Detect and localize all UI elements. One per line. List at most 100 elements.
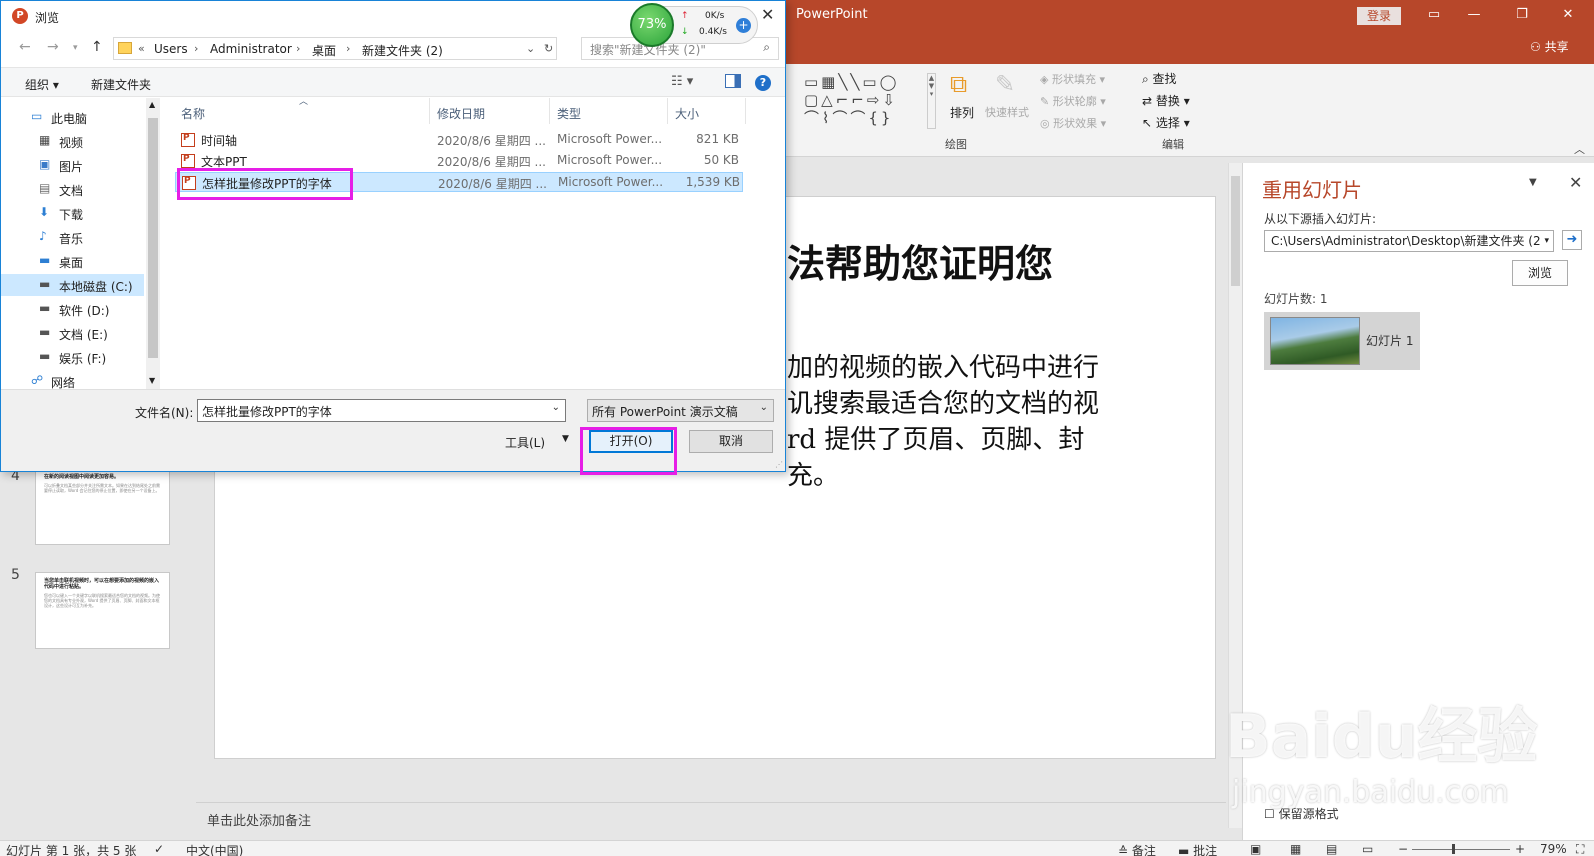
file-row[interactable]: 时间轴 2020/8/6 星期四 ... Microsoft Power... 821… xyxy=(175,130,743,150)
reuse-slide-thumbnail[interactable] xyxy=(1270,317,1360,365)
nav-tree-item[interactable]: ♪ 音乐 xyxy=(1,226,144,248)
notes-placeholder[interactable]: 单击此处添加备注 xyxy=(207,810,311,829)
arrange-icon[interactable]: ⧉ xyxy=(950,70,967,98)
file-row[interactable]: 文本PPT 2020/8/6 星期四 ... Microsoft Power... 5… xyxy=(175,151,743,171)
source-path-combobox[interactable]: C:\Users\Administrator\Desktop\新建文件夹 (2 ▾ xyxy=(1264,230,1554,252)
slide-thumbnail[interactable]: 在新的阅读视图中阅读更加容易。 可以折叠文档某些部分并关注所需文本。如果在达到结… xyxy=(35,468,170,545)
find-button[interactable]: ⌕ 查找 xyxy=(1142,70,1177,87)
chevron-down-icon[interactable]: ⌄ xyxy=(526,42,535,55)
login-button[interactable]: 登录 xyxy=(1357,7,1401,25)
nav-tree-item[interactable]: ▬ 软件 (D:) xyxy=(1,298,144,320)
normal-view-icon[interactable]: ▣ xyxy=(1250,842,1261,856)
chevron-right-icon[interactable]: › xyxy=(346,42,350,55)
slide-title[interactable]: 法帮助您证明您 xyxy=(787,233,1053,288)
breadcrumb-new-folder[interactable]: 新建文件夹 (2) xyxy=(362,42,443,59)
editor-scroll-thumb[interactable] xyxy=(1231,176,1240,286)
slide-sorter-icon[interactable]: ▦ xyxy=(1290,842,1301,856)
cancel-button[interactable]: 取消 xyxy=(689,430,773,453)
tools-dropdown-icon[interactable]: ▼ xyxy=(562,434,569,444)
slide-body-line[interactable]: 讥搜索最适合您的文档的视 xyxy=(787,383,1099,420)
thumbnail-title: 当您单击联机视频时，可以在想要添加的视频的嵌入代码中进行粘贴。 xyxy=(44,578,160,590)
accelerate-plus-icon[interactable]: + xyxy=(736,18,751,33)
recent-locations-icon[interactable]: ▾ xyxy=(73,43,78,53)
collapse-ribbon-icon[interactable]: ︿ xyxy=(1574,141,1585,157)
filetype-select[interactable]: 所有 PowerPoint 演示文稿 ⌄ xyxy=(587,399,774,422)
column-divider[interactable] xyxy=(429,98,430,124)
preview-pane-icon[interactable] xyxy=(725,74,741,88)
chevron-right-icon[interactable]: › xyxy=(194,42,198,55)
forward-arrow-icon[interactable]: → xyxy=(47,39,59,55)
go-arrow-icon[interactable]: ➜ xyxy=(1562,230,1582,250)
breadcrumb-administrator[interactable]: Administrator xyxy=(210,42,292,56)
language-indicator[interactable]: 中文(中国) xyxy=(186,842,243,856)
help-icon[interactable]: ? xyxy=(755,75,771,91)
shapes-gallery[interactable]: ▭▦╲╲▭◯ ▢△⌐⌐⇨⇩ ⌒⌇⌒⌒{} xyxy=(804,73,928,129)
up-arrow-icon[interactable]: ↑ xyxy=(91,39,103,55)
notes-area[interactable] xyxy=(196,802,1226,840)
replace-button[interactable]: ⇄ 替换 ▾ xyxy=(1142,92,1190,109)
file-row[interactable]: 怎样批量修改PPT的字体 2020/8/6 星期四 ... Microsoft Po… xyxy=(175,172,743,192)
close-icon[interactable]: ✕ xyxy=(761,5,774,24)
comments-toggle[interactable]: ▬ 批注 xyxy=(1178,842,1217,856)
close-pane-icon[interactable]: ✕ xyxy=(1569,173,1582,192)
column-divider[interactable] xyxy=(745,98,746,124)
nav-tree-item[interactable]: ▬ 桌面 xyxy=(1,250,144,272)
nav-tree-item[interactable]: ▬ 娱乐 (F:) xyxy=(1,346,144,368)
view-options-icon[interactable]: ☷ ▾ xyxy=(671,74,693,89)
resize-grip-icon[interactable]: ⋰ xyxy=(775,460,783,469)
reuse-browse-button[interactable]: 浏览 xyxy=(1512,260,1568,286)
zoom-slider-thumb[interactable] xyxy=(1452,844,1455,854)
new-folder-button[interactable]: 新建文件夹 xyxy=(91,76,151,93)
breadcrumb-desktop[interactable]: 桌面 xyxy=(312,42,336,59)
zoom-in-icon[interactable]: + xyxy=(1515,842,1525,856)
back-arrow-icon[interactable]: ← xyxy=(19,39,31,55)
navigation-tree: ▭ 此电脑 ▦ 视频 ▣ 图片 ▤ 文档 ⬇ 下载 ♪ 音乐 ▬ 桌面 ▬ 本地磁盘 (C:) ▬ 软件 (D:)… xyxy=(1,98,144,390)
arrange-button[interactable]: 排列 xyxy=(950,104,974,121)
column-divider[interactable] xyxy=(549,98,550,124)
slide-body-line[interactable]: rd 提供了页眉、页脚、封 xyxy=(787,419,1084,456)
reading-view-icon[interactable]: ▤ xyxy=(1326,842,1337,856)
column-name[interactable]: 名称 xyxy=(181,105,205,122)
slideshow-icon[interactable]: ▭ xyxy=(1362,842,1373,856)
column-type[interactable]: 类型 xyxy=(557,105,581,122)
nav-tree-item[interactable]: ⬇ 下载 xyxy=(1,202,144,224)
column-size[interactable]: 大小 xyxy=(675,105,699,122)
filename-input[interactable]: 怎样批量修改PPT的字体 ⌄ xyxy=(197,399,566,422)
pane-options-icon[interactable]: ▼ xyxy=(1529,177,1537,188)
notes-toggle[interactable]: ≙ 备注 xyxy=(1118,842,1156,856)
nav-tree-item[interactable]: ▬ 文档 (E:) xyxy=(1,322,144,344)
nav-tree-item[interactable]: ▣ 图片 xyxy=(1,154,144,176)
column-divider[interactable] xyxy=(667,98,668,124)
tools-menu[interactable]: 工具(L) xyxy=(505,434,545,451)
ribbon-display-icon[interactable]: ▭ xyxy=(1424,6,1444,24)
zoom-slider[interactable] xyxy=(1412,849,1510,850)
chevron-right-icon[interactable]: › xyxy=(296,42,300,55)
slide-body-line[interactable]: 充。 xyxy=(787,455,839,492)
overflow-chevron-icon[interactable]: « xyxy=(138,42,145,55)
restore-icon[interactable]: ❐ xyxy=(1512,6,1532,24)
select-button[interactable]: ↖ 选择 ▾ xyxy=(1142,114,1190,131)
close-window-icon[interactable]: ✕ xyxy=(1558,6,1578,24)
spellcheck-icon[interactable]: ✓ xyxy=(154,842,164,856)
open-button[interactable]: 打开(O) xyxy=(589,430,673,453)
zoom-level[interactable]: 79% xyxy=(1540,842,1567,856)
nav-tree-item[interactable]: ▭ 此电脑 xyxy=(1,106,144,128)
tree-scroll-thumb[interactable] xyxy=(148,118,158,358)
nav-tree-item[interactable]: ▬ 本地磁盘 (C:) xyxy=(1,274,144,296)
share-button[interactable]: ⚇ 共享 xyxy=(1530,38,1569,55)
shapes-gallery-scroll[interactable]: ▲ ▼ ▾ xyxy=(927,73,936,129)
breadcrumb-users[interactable]: Users xyxy=(154,42,188,56)
column-date[interactable]: 修改日期 xyxy=(437,105,485,122)
fit-to-window-icon[interactable]: ⛶ xyxy=(1576,842,1584,856)
chevron-down-icon[interactable]: ⌄ xyxy=(552,402,560,413)
refresh-icon[interactable]: ↻ xyxy=(544,42,553,55)
nav-tree-item[interactable]: ▦ 视频 xyxy=(1,130,144,152)
zoom-out-icon[interactable]: − xyxy=(1398,842,1408,856)
nav-tree-item[interactable]: ▤ 文档 xyxy=(1,178,144,200)
slide-body-line[interactable]: 加的视频的嵌入代码中进行 xyxy=(787,347,1099,384)
slide-thumbnail[interactable]: 当您单击联机视频时，可以在想要添加的视频的嵌入代码中进行粘贴。 您也可以键入一个… xyxy=(35,572,170,649)
address-bar[interactable]: « Users › Administrator › 桌面 › 新建文件夹 (2)… xyxy=(113,37,557,60)
minimize-icon[interactable]: — xyxy=(1464,6,1484,24)
memory-usage-indicator[interactable]: 73% xyxy=(630,3,674,47)
organize-menu[interactable]: 组织 ▾ xyxy=(25,76,59,93)
